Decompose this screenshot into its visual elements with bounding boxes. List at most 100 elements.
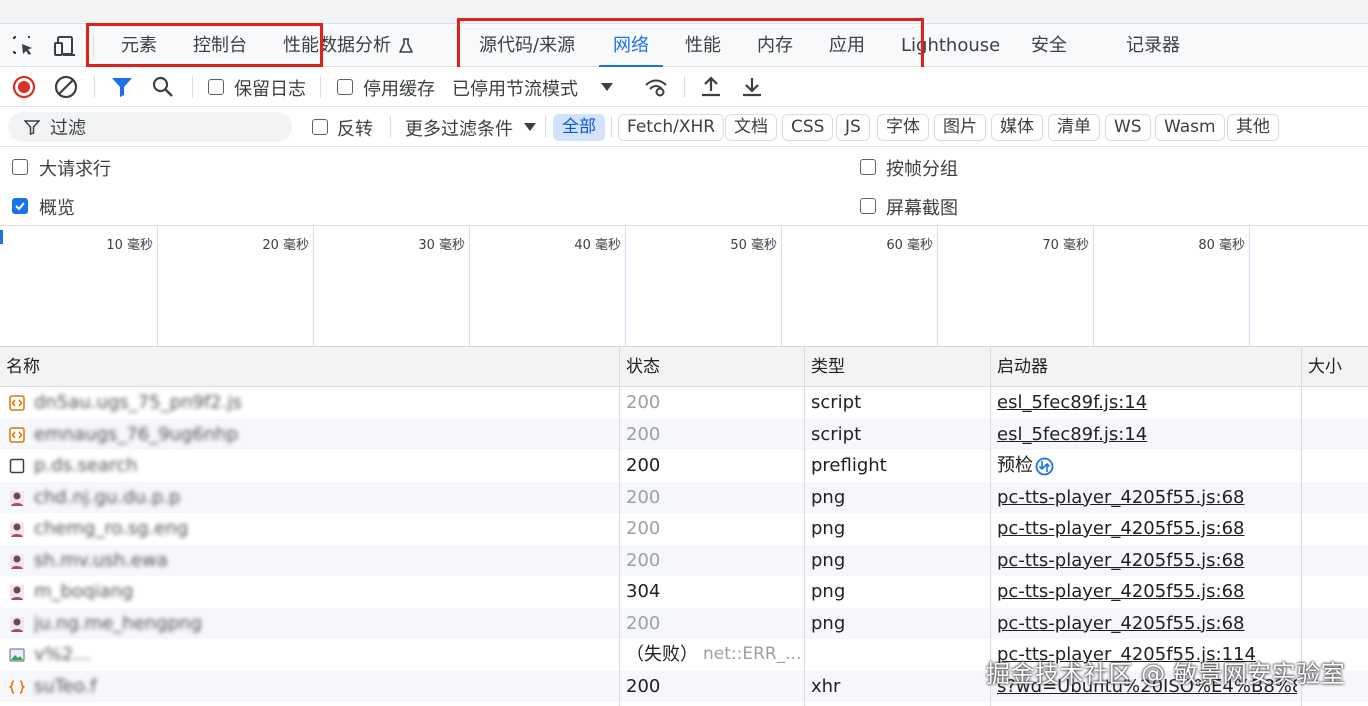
table-row[interactable]: chd.nj.gu.du.p.p 200 png pc-tts-player_4205… [0,481,1368,514]
request-name[interactable]: suTeo.f [34,671,614,703]
filter-input[interactable]: 过滤 [8,112,292,142]
header-type[interactable]: 类型 [805,347,845,387]
type-filter-img[interactable]: 图片 [934,114,986,141]
type-filter-all[interactable]: 全部 [553,114,605,141]
type-filter-fetch-xhr[interactable]: Fetch/XHR [618,114,725,141]
column-separator[interactable] [804,347,805,706]
timeline-gridline [781,226,782,346]
request-initiator[interactable]: pc-tts-player_4205f55.js:68 [997,545,1297,577]
header-name[interactable]: 名称 [0,347,40,387]
tab-memory[interactable]: 内存 [757,24,793,67]
type-filter-ws[interactable]: WS [1105,114,1151,141]
header-size[interactable]: 大小 [1302,347,1342,387]
request-type: png [811,581,846,602]
search-icon[interactable] [151,75,175,99]
tab-sources[interactable]: 源代码/来源 [479,24,575,67]
tab-performance[interactable]: 性能 [685,24,721,67]
overview-checkbox[interactable] [12,198,28,214]
tab-application[interactable]: 应用 [829,24,865,67]
group-by-frame-checkbox[interactable] [860,159,876,175]
type-filter-wasm[interactable]: Wasm [1155,114,1225,141]
request-initiator[interactable]: pc-tts-player_4205f55.js:68 [997,608,1297,640]
network-conditions-icon[interactable] [644,75,668,99]
more-filters-dropdown[interactable]: 更多过滤条件 [405,115,513,141]
timeline-gridline [313,226,314,346]
record-stop-icon[interactable] [12,75,36,99]
timeline-tick-label: 40 毫秒 [574,238,621,253]
request-initiator[interactable]: pc-tts-player_4205f55.js:68 [997,513,1297,545]
request-name[interactable]: dn5au.ugs_75_pn9f2.js [34,387,614,419]
timeline-gridline [937,226,938,346]
request-name[interactable]: p.ds.search [34,450,614,482]
tab-network[interactable]: 网络 [599,24,663,67]
request-status: 200 [626,392,661,413]
request-initiator[interactable]: esl_5fec89f.js:14 [997,419,1297,451]
request-name[interactable]: chd.nj.gu.du.p.p [34,482,614,514]
tab-elements[interactable]: 元素 [121,24,157,67]
request-status: 200 [626,518,661,539]
header-initiator[interactable]: 启动器 [991,347,1048,387]
timeline-gridline [157,226,158,346]
clear-icon[interactable] [54,75,78,99]
request-status: 200 [626,423,661,445]
chevron-down-icon [601,83,613,91]
chevron-down-icon [524,123,536,131]
invert-label: 反转 [337,119,373,140]
table-row[interactable]: p.ds.search 200 preflight 预检 [0,450,1368,482]
disable-cache-label: 停用缓存 [363,79,435,100]
type-filter-font[interactable]: 字体 [877,114,929,141]
big-rows-checkbox[interactable] [12,159,28,175]
request-name[interactable]: ju.ng.me_hengpng [34,608,614,640]
device-toolbar-icon[interactable] [53,34,79,58]
tab-security[interactable]: 安全 [1031,24,1067,67]
table-row[interactable]: m_boqiang 304 png pc-tts-player_4205f55.js:… [0,576,1368,608]
throttle-select[interactable]: 已停用节流模式 [452,75,578,101]
request-type: png [811,612,846,634]
table-header: 名称 状态 类型 启动器 大小 [0,347,1368,387]
preserve-log-checkbox[interactable] [208,79,224,95]
request-type: script [811,392,862,413]
disable-cache-checkbox[interactable] [337,79,353,95]
tab-performance-insights[interactable]: 性能数据分析 [283,24,391,67]
inspect-element-icon[interactable] [11,34,37,58]
tabs-separator [93,34,94,58]
timeline-gridline [469,226,470,346]
request-initiator[interactable]: pc-tts-player_4205f55.js:68 [997,576,1297,608]
request-initiator[interactable]: esl_5fec89f.js:14 [997,387,1297,419]
import-har-icon[interactable] [699,75,723,99]
type-filter-other[interactable]: 其他 [1227,114,1279,141]
invert-checkbox[interactable] [312,119,328,135]
column-separator[interactable] [1301,347,1302,706]
column-separator[interactable] [990,347,991,706]
screenshots-checkbox[interactable] [860,198,876,214]
type-filter-css[interactable]: CSS [782,114,834,141]
export-har-icon[interactable] [740,75,764,99]
type-filter-doc[interactable]: 文档 [725,114,777,141]
type-filter-js[interactable]: JS [836,114,870,141]
request-name[interactable]: chemg_ro.sg.eng [34,513,614,545]
timeline-tick-label: 30 毫秒 [418,238,465,253]
overview-timeline[interactable]: 10 毫秒 20 毫秒 30 毫秒 40 毫秒 50 毫秒 60 毫秒 70 毫秒 80 毫秒… [0,226,1368,347]
header-status[interactable]: 状态 [620,347,660,387]
tab-lighthouse[interactable]: Lighthouse [901,24,1000,67]
request-name[interactable]: m_boqiang [34,576,614,608]
screenshots-label: 屏幕截图 [886,198,958,219]
type-filter-media[interactable]: 媒体 [991,114,1043,141]
request-name[interactable]: emnaugs_76_9ug6nhp [34,419,614,451]
type-filter-manifest[interactable]: 清单 [1048,114,1100,141]
tab-recorder[interactable]: 记录器 [1126,24,1180,67]
request-name[interactable]: sh.mv.ush.ewa [34,545,614,577]
network-toolbar: 保留日志 停用缓存 已停用节流模式 [0,67,1368,107]
column-separator[interactable] [619,347,620,706]
table-row[interactable]: dn5au.ugs_75_pn9f2.js 200 script esl_5fec89… [0,387,1368,419]
timeline-gridline [1093,226,1094,346]
table-row[interactable]: chemg_ro.sg.eng 200 png pc-tts-player_4205f… [0,513,1368,545]
tab-console[interactable]: 控制台 [193,24,247,67]
request-name[interactable]: v%2... [34,639,614,671]
table-row[interactable]: emnaugs_76_9ug6nhp 200 script esl_5fec89f.j… [0,418,1368,451]
table-row[interactable]: ju.ng.me_hengpng 200 png pc-tts-player_4205… [0,607,1368,640]
preflight-link-icon[interactable] [1035,457,1054,476]
table-row[interactable]: sh.mv.ush.ewa 200 png pc-tts-player_4205f55… [0,544,1368,577]
filter-funnel-icon[interactable] [110,75,134,99]
request-initiator[interactable]: pc-tts-player_4205f55.js:68 [997,482,1297,514]
